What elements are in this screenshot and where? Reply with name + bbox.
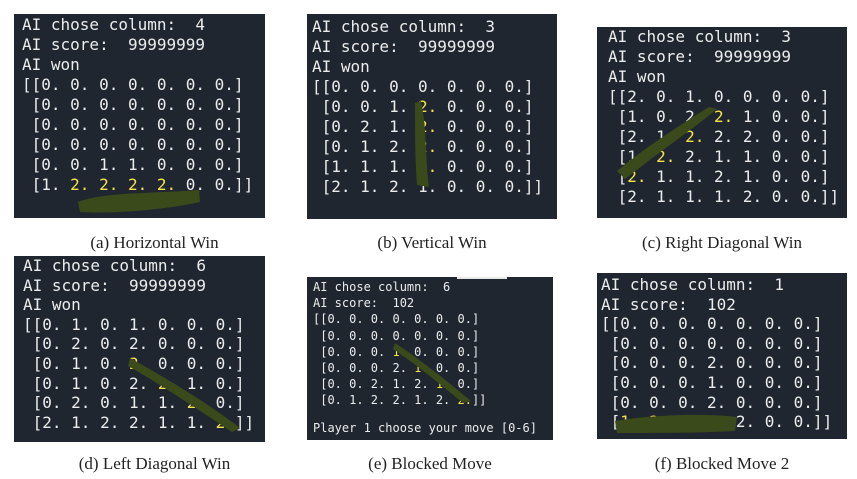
board-cell-text: 0. 0. 0.] bbox=[437, 157, 534, 176]
board-row: [[0. 0. 0. 0. 0. 0. 0.] bbox=[601, 314, 823, 334]
terminal-line: AI score: 99999999 bbox=[608, 47, 792, 66]
board-row: [0. 0. 1. 1. 0. 0. 0.] bbox=[22, 155, 244, 174]
terminal-panel-right-diagonal-win: AI chose column: 3 AI score: 99999999 AI… bbox=[597, 27, 847, 218]
board-row: [0. 0. 0. 0. 0. 0. 0.] bbox=[22, 95, 244, 114]
terminal-line: AI won bbox=[23, 295, 81, 315]
highlight-smear bbox=[615, 414, 737, 433]
terminal-panel-vertical-win: AI chose column: 3 AI score: 99999999 AI… bbox=[307, 14, 557, 219]
terminal-line: AI score: 99999999 bbox=[23, 275, 207, 295]
board-cell-text: 0. 0. 0.] bbox=[437, 97, 534, 116]
board-cell-text: 2. 0. 0.]] bbox=[726, 412, 833, 432]
board-row: [0. 0. 0. 0. 0. 0. 0.] bbox=[601, 333, 823, 353]
terminal-panel-left-diagonal-win: AI chose column: 6 AI score: 99999999 AI… bbox=[14, 256, 265, 442]
terminal-panel-blocked-move: AI chose column: 6 AI score: 102 [[0. 0.… bbox=[307, 277, 553, 440]
highlight-smear bbox=[393, 343, 471, 403]
terminal-line: AI score: 102 bbox=[313, 296, 415, 311]
board-cell-text: [0. 1. 0. bbox=[23, 353, 129, 373]
board-row: [0. 0. 0. 1. 0. 0. 0.] bbox=[601, 372, 823, 392]
terminal-panel-blocked-move-2: AI chose column: 1 AI score: 102 [[0. 0.… bbox=[597, 273, 847, 439]
board-cell-text: 1. 0. 0.] bbox=[733, 107, 830, 126]
caption-a: (a) Horizontal Win bbox=[90, 233, 219, 252]
terminal-line: AI won bbox=[22, 55, 80, 74]
terminal-line: AI score: 102 bbox=[601, 294, 736, 314]
highlight-smear bbox=[415, 101, 429, 187]
caption-e: (e) Blocked Move bbox=[368, 454, 492, 473]
board-cell-text: [0. 0. 1. bbox=[312, 97, 418, 116]
terminal-line: AI chose column: 6 bbox=[313, 280, 451, 294]
terminal-line: AI chose column: 4 bbox=[22, 15, 206, 34]
board-row: [[0. 0. 0. 0. 0. 0. 0.] bbox=[312, 77, 534, 96]
board-cell-text: [1. 1. 1. bbox=[312, 157, 418, 176]
caption-f: (f) Blocked Move 2 bbox=[654, 454, 790, 473]
terminal-line: AI chose column: 3 bbox=[608, 27, 792, 46]
board-row: [[0. 1. 0. 1. 0. 0. 0.] bbox=[23, 314, 245, 334]
board-cell-text: [0. 1. 2. bbox=[312, 137, 418, 156]
board-row: [0. 2. 0. 2. 0. 0. 0.] bbox=[23, 334, 245, 354]
terminal-line: AI score: 99999999 bbox=[312, 37, 496, 56]
terminal-line: AI chose column: 3 bbox=[312, 17, 496, 36]
window-edge bbox=[457, 277, 507, 279]
caption-b: (b) Vertical Win bbox=[377, 233, 487, 252]
board-cell-text: [0. 2. 1. bbox=[312, 117, 418, 136]
board-cell-text: [1. bbox=[22, 175, 71, 194]
board-row: [0. 0. 0. 0. 0. 0. 0.] bbox=[22, 135, 244, 154]
terminal-line: AI chose column: 6 bbox=[23, 256, 207, 275]
terminal-line: AI won bbox=[608, 67, 666, 86]
board-row: [2. 1. 1. 1. 2. 0. 0.]] bbox=[608, 187, 840, 206]
board-row: [[0. 0. 0. 0. 0. 0. 0.] bbox=[22, 75, 244, 94]
highlight-smear bbox=[128, 358, 240, 432]
terminal-line: AI chose column: 1 bbox=[601, 275, 785, 294]
board-cell-text: 0. 0. 0.] bbox=[437, 117, 534, 136]
terminal-panel-horizontal-win: AI chose column: 4 AI score: 99999999 AI… bbox=[14, 14, 265, 218]
caption-c: (c) Right Diagonal Win bbox=[642, 233, 802, 252]
terminal-line: AI won bbox=[312, 57, 370, 76]
highlight-smear bbox=[78, 190, 200, 213]
board-cell-text: 2. 2. 0. 0.] bbox=[704, 127, 830, 146]
board-row: [[2. 0. 1. 0. 0. 0. 0.] bbox=[608, 87, 830, 106]
move-prompt[interactable]: Player 1 choose your move [0-6] bbox=[313, 420, 553, 436]
board-row: [[0. 0. 0. 0. 0. 0. 0.] bbox=[313, 312, 480, 327]
board-row: [0. 0. 0. 0. 0. 0. 0.] bbox=[22, 115, 244, 134]
board-row: [0. 0. 0. 2. 0. 0. 0.] bbox=[601, 353, 823, 373]
caption-d: (d) Left Diagonal Win bbox=[78, 454, 231, 473]
terminal-line: AI score: 99999999 bbox=[22, 35, 206, 54]
highlight-smear bbox=[617, 107, 717, 179]
board-cell-text: 0. 0. 0.] bbox=[437, 137, 534, 156]
board-cell-text: [0. 0. 0. bbox=[313, 344, 393, 359]
